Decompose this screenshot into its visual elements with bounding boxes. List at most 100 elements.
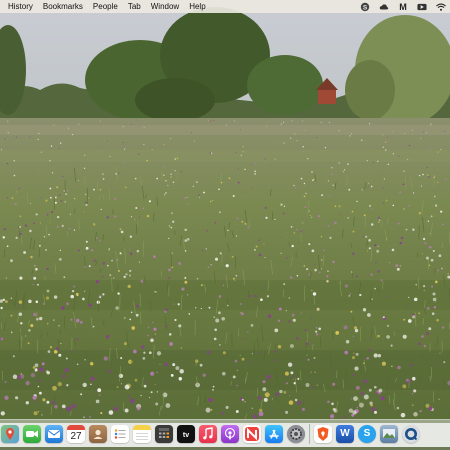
menu-history[interactable]: History <box>3 0 38 13</box>
wildflower <box>293 232 295 234</box>
facetime-app-icon[interactable] <box>23 424 41 443</box>
news-app-icon[interactable] <box>243 424 261 443</box>
wildflower <box>327 270 329 272</box>
wildflower <box>105 334 110 339</box>
skype-app-icon[interactable]: S <box>358 424 376 443</box>
wildflower <box>115 306 119 310</box>
reminders-app-icon[interactable] <box>111 424 129 443</box>
menu-help[interactable]: Help <box>184 0 210 13</box>
wildflower <box>386 324 390 327</box>
wifi-icon[interactable] <box>436 2 446 12</box>
wildflower <box>297 400 302 405</box>
quicktime-app-icon[interactable] <box>402 424 420 443</box>
wildflower <box>18 312 23 317</box>
wildflower <box>267 314 272 319</box>
wildflower <box>33 411 38 416</box>
skype-icon[interactable]: S <box>360 2 370 12</box>
wildflower <box>428 406 433 411</box>
wildflower <box>200 283 204 287</box>
wildflower <box>90 249 94 252</box>
wildflower <box>396 267 400 271</box>
wildflower <box>381 361 387 366</box>
calendar-app-icon[interactable]: 27 <box>67 424 85 443</box>
wildflower <box>266 125 268 127</box>
wildflower <box>73 285 76 288</box>
apple-tv-app-icon[interactable]: tv <box>177 424 195 443</box>
wildflower <box>36 317 39 321</box>
wildflower <box>274 218 276 221</box>
wildflower <box>49 140 51 142</box>
wildflower <box>142 357 146 360</box>
wildflower <box>19 232 23 236</box>
menu-window[interactable]: Window <box>146 0 184 13</box>
wildflower <box>347 163 349 165</box>
menu-tab[interactable]: Tab <box>123 0 146 13</box>
notes-app-icon[interactable] <box>133 424 151 443</box>
wildflower <box>254 162 257 165</box>
wildflower <box>236 217 239 220</box>
wildflower <box>222 284 225 287</box>
wildflower <box>413 412 418 417</box>
menu-bar-items: History Bookmarks People Tab Window Help <box>0 0 211 13</box>
wildflower <box>18 187 20 189</box>
wildflower <box>258 239 261 242</box>
wildflower <box>402 183 405 186</box>
wildflower <box>420 137 422 139</box>
wildflower <box>118 373 124 379</box>
wildflower <box>72 134 74 136</box>
wildflower <box>2 236 6 239</box>
wildflower <box>0 149 2 151</box>
wildflower <box>18 305 20 308</box>
wildflower <box>179 369 184 374</box>
wildflower <box>95 134 97 136</box>
system-preferences-app-icon[interactable] <box>287 424 305 443</box>
wildflower <box>141 345 145 349</box>
cloud-icon[interactable] <box>379 2 389 12</box>
wildflower <box>418 174 421 177</box>
wildflower <box>321 194 323 196</box>
menu-bar: History Bookmarks People Tab Window Help… <box>0 0 450 13</box>
wildflower <box>16 374 22 380</box>
wildflower <box>5 277 7 279</box>
wildflower <box>212 120 214 122</box>
app-store-app-icon[interactable] <box>265 424 283 443</box>
word-app-icon[interactable]: W <box>336 424 354 443</box>
menu-bookmarks[interactable]: Bookmarks <box>38 0 88 13</box>
wildflower <box>117 292 120 295</box>
wildflower <box>37 411 40 413</box>
wildflower <box>377 354 382 358</box>
wildflower <box>258 411 264 417</box>
wildflower <box>15 136 17 138</box>
menu-people[interactable]: People <box>88 0 123 13</box>
wildflower <box>380 396 385 401</box>
wildflower <box>202 373 206 377</box>
wildflower <box>286 257 288 259</box>
maps-app-icon[interactable] <box>1 424 19 443</box>
wildflower <box>6 197 9 199</box>
preview-app-icon[interactable] <box>380 424 398 443</box>
wildflower <box>443 361 446 364</box>
media-icon[interactable] <box>417 2 427 12</box>
contacts-app-icon[interactable] <box>89 424 107 443</box>
wildflower <box>338 162 340 164</box>
wildflower <box>42 132 44 134</box>
malwarebytes-icon[interactable]: M <box>398 2 408 12</box>
wildflower <box>251 407 253 409</box>
wildflower <box>400 412 406 418</box>
music-app-icon[interactable] <box>199 424 217 443</box>
calculator-app-icon[interactable] <box>155 424 173 443</box>
wildflower <box>406 305 409 308</box>
wildflower <box>306 340 308 342</box>
wildflower <box>215 318 220 323</box>
brave-browser-app-icon[interactable] <box>314 424 332 443</box>
wildflower <box>296 140 298 142</box>
wildflower <box>124 186 127 189</box>
wildflower <box>280 203 283 206</box>
wildflower <box>218 188 220 191</box>
wildflower <box>402 384 407 389</box>
podcasts-app-icon[interactable] <box>221 424 239 443</box>
wildflower <box>227 229 229 232</box>
mail-app-icon[interactable] <box>45 424 63 443</box>
wildflower <box>58 194 61 196</box>
wildflower <box>361 189 363 191</box>
